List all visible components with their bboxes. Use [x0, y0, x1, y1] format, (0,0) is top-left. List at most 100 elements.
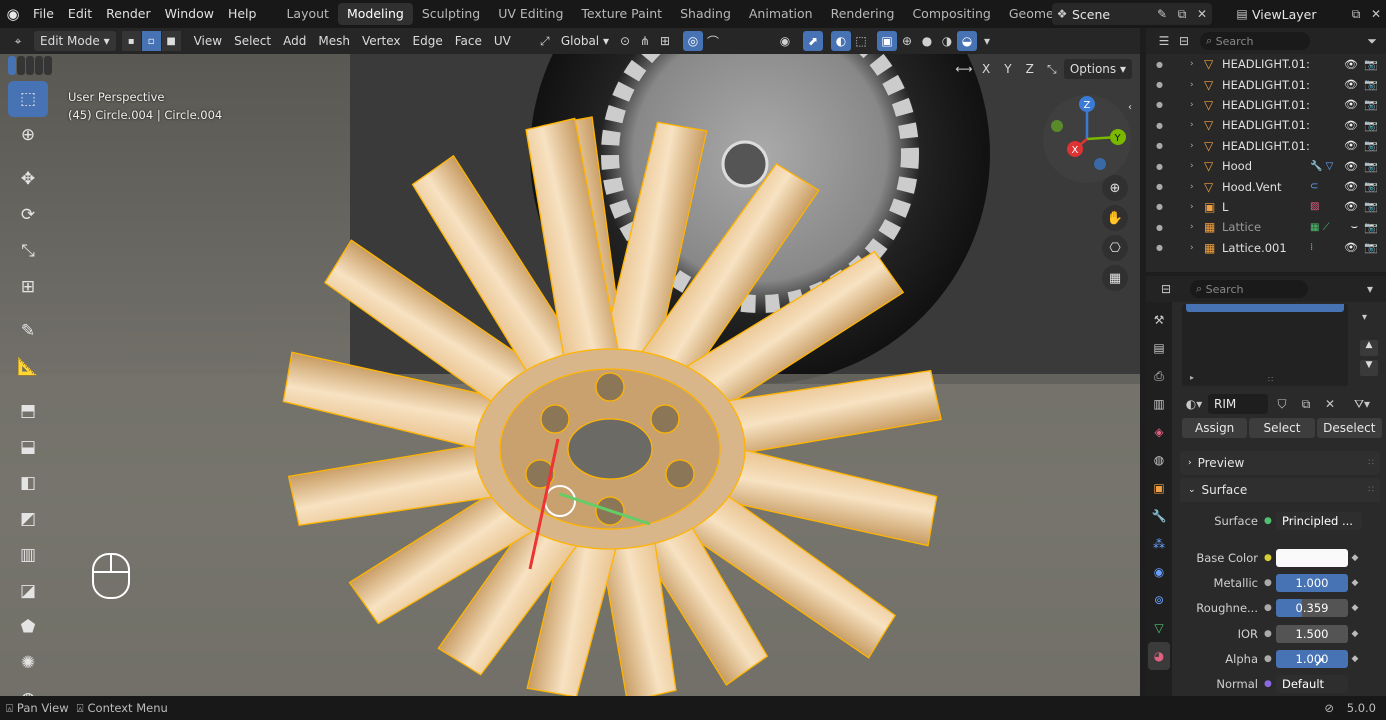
loop-cut-tool-icon[interactable]: ▥: [8, 537, 48, 573]
scale-tool-icon[interactable]: ⤡: [8, 233, 48, 269]
sidebar-toggle-icon[interactable]: ‹: [1128, 102, 1132, 113]
mirror-icon[interactable]: ⟷: [954, 59, 974, 79]
outliner-row[interactable]: ● › ▽ HEADLIGHT.01: 👁 📷: [1146, 74, 1386, 94]
edge-select-icon[interactable]: ▫: [141, 31, 162, 51]
eye-icon[interactable]: 👁: [1344, 78, 1358, 91]
outliner-row[interactable]: ● › ▽ HEADLIGHT.01: 👁 📷: [1146, 136, 1386, 156]
rotate-tool-icon[interactable]: ⟳: [8, 197, 48, 233]
knife-tool-icon[interactable]: ◪: [8, 573, 48, 609]
assign-button[interactable]: Assign: [1182, 418, 1248, 438]
tab-sculpting[interactable]: Sculpting: [413, 3, 489, 25]
keyframe-dot-icon[interactable]: ◆: [1348, 553, 1362, 563]
outliner-search-input[interactable]: ⌕ Search: [1200, 32, 1310, 50]
menu-window[interactable]: Window: [158, 0, 221, 28]
navigation-gizmo[interactable]: Z Y X: [1043, 95, 1131, 183]
output-tab-icon[interactable]: ⎙: [1148, 362, 1170, 390]
eye-icon[interactable]: 👁: [1344, 160, 1358, 173]
select-button[interactable]: Select: [1249, 418, 1315, 438]
surface-panel-header[interactable]: ⌄ Surface ∷: [1180, 478, 1380, 502]
slot-menu-icon[interactable]: ▾: [1362, 312, 1367, 323]
link-type-icon[interactable]: ⛛▾: [1352, 397, 1372, 412]
view-layer-tab-icon[interactable]: ▥: [1148, 390, 1170, 418]
extrude-tool-icon[interactable]: ⬓: [8, 429, 48, 465]
poly-build-tool-icon[interactable]: ⬟: [8, 609, 48, 645]
world-tab-icon[interactable]: ◍: [1148, 446, 1170, 474]
eye-icon[interactable]: 👁: [1344, 139, 1358, 152]
menu-view[interactable]: View: [188, 31, 228, 51]
properties-options-icon[interactable]: ▾: [1360, 282, 1380, 296]
snap-icon[interactable]: ⋔: [635, 31, 655, 51]
menu-edit[interactable]: Edit: [61, 0, 99, 28]
expand-chevron-icon[interactable]: ›: [1190, 202, 1204, 212]
axis-y-toggle[interactable]: Y: [998, 59, 1017, 79]
eye-icon[interactable]: 👁: [1344, 200, 1358, 213]
select-subtract-icon[interactable]: [26, 56, 34, 75]
fake-user-icon[interactable]: ⛉: [1272, 397, 1292, 412]
solid-shading-icon[interactable]: ●: [917, 31, 937, 51]
outliner-row[interactable]: ● › ▦ Lattice.001 ⁞ 👁 📷: [1146, 238, 1386, 258]
render-tab-icon[interactable]: ▤: [1148, 334, 1170, 362]
select-extend-icon[interactable]: [17, 56, 25, 75]
outliner-editor-icon[interactable]: ☰: [1154, 34, 1174, 48]
material-shading-icon[interactable]: ◑: [937, 31, 957, 51]
eye-closed-icon[interactable]: ⌣: [1351, 220, 1358, 234]
eye-icon[interactable]: 👁: [1344, 180, 1358, 193]
slot-move-up-icon[interactable]: ▲: [1360, 340, 1378, 356]
normal-field[interactable]: Default: [1276, 675, 1348, 693]
outliner-row[interactable]: ● › ▽ Hood.Vent ⊂ 👁 📷: [1146, 176, 1386, 196]
menu-face[interactable]: Face: [449, 31, 488, 51]
visibility-icon[interactable]: ◉: [775, 31, 795, 51]
expand-chevron-icon[interactable]: ›: [1190, 120, 1204, 130]
options-dropdown[interactable]: Options ▾: [1063, 59, 1132, 79]
display-mode-icon[interactable]: ⊟: [1174, 34, 1194, 48]
remove-view-layer-icon[interactable]: ✕: [1366, 7, 1386, 21]
tab-animation[interactable]: Animation: [740, 3, 822, 25]
expand-chevron-icon[interactable]: ›: [1190, 100, 1204, 110]
keyframe-dot-icon[interactable]: ◆: [1348, 578, 1362, 588]
camera-view-icon[interactable]: ⎔: [1102, 235, 1128, 261]
spin-tool-icon[interactable]: ✺: [8, 645, 48, 681]
render-camera-icon[interactable]: 📷: [1364, 200, 1378, 213]
proportional-edit-icon[interactable]: ◎: [682, 31, 703, 51]
modifier-tab-icon[interactable]: 🔧: [1148, 502, 1170, 530]
render-camera-icon[interactable]: 📷: [1364, 241, 1378, 254]
blender-logo-icon[interactable]: ◉: [0, 0, 26, 28]
properties-search-input[interactable]: ⌕ Search: [1190, 280, 1308, 298]
eye-icon[interactable]: 👁: [1344, 98, 1358, 111]
tool-tab-icon[interactable]: ⚒: [1148, 306, 1170, 334]
keyframe-dot-icon[interactable]: ◆: [1348, 629, 1362, 639]
slot-resize-handle[interactable]: ∷: [1268, 375, 1273, 384]
tab-texture-paint[interactable]: Texture Paint: [572, 3, 671, 25]
menu-edge[interactable]: Edge: [407, 31, 449, 51]
material-name-field[interactable]: RIM: [1208, 394, 1268, 414]
object-tab-icon[interactable]: ▣: [1148, 474, 1170, 502]
mesh-overlay-icon[interactable]: ⬚: [851, 31, 871, 51]
data-tab-icon[interactable]: ▽: [1148, 614, 1170, 642]
snap-target-icon[interactable]: ⊞: [655, 31, 675, 51]
render-camera-icon[interactable]: 📷: [1364, 78, 1378, 91]
ior-field[interactable]: 1.500: [1276, 625, 1348, 643]
menu-file[interactable]: File: [26, 0, 61, 28]
3d-viewport[interactable]: Z Y X User Perspective (45) Circle.004 |…: [0, 54, 1140, 696]
unlink-material-icon[interactable]: ✕: [1320, 397, 1340, 411]
deselect-button[interactable]: Deselect: [1316, 418, 1382, 438]
menu-mesh[interactable]: Mesh: [312, 31, 356, 51]
outliner-row[interactable]: ● › ▽ HEADLIGHT.01: 👁 📷: [1146, 54, 1386, 74]
select-intersect-icon[interactable]: [35, 56, 43, 75]
render-camera-icon[interactable]: 📷: [1364, 180, 1378, 193]
xray-icon[interactable]: ▣: [876, 31, 897, 51]
add-cube-tool-icon[interactable]: ⬒: [8, 393, 48, 429]
expand-chevron-icon[interactable]: ›: [1190, 161, 1204, 171]
drag-handle-icon[interactable]: ∷: [1368, 458, 1374, 468]
render-camera-icon[interactable]: 📷: [1364, 160, 1378, 173]
inset-tool-icon[interactable]: ◧: [8, 465, 48, 501]
slot-expand-icon[interactable]: ▸: [1190, 373, 1194, 382]
shading-options-icon[interactable]: ▾: [977, 31, 997, 51]
drag-handle-icon[interactable]: ∷: [1368, 485, 1374, 495]
duplicate-material-icon[interactable]: ⧉: [1296, 397, 1316, 412]
material-slot-list[interactable]: ▸ ∷: [1182, 304, 1348, 386]
roughness-slider[interactable]: 0.359: [1276, 599, 1348, 617]
menu-help[interactable]: Help: [221, 0, 264, 28]
pan-hand-icon[interactable]: ✋: [1102, 205, 1128, 231]
physics-tab-icon[interactable]: ◉: [1148, 558, 1170, 586]
